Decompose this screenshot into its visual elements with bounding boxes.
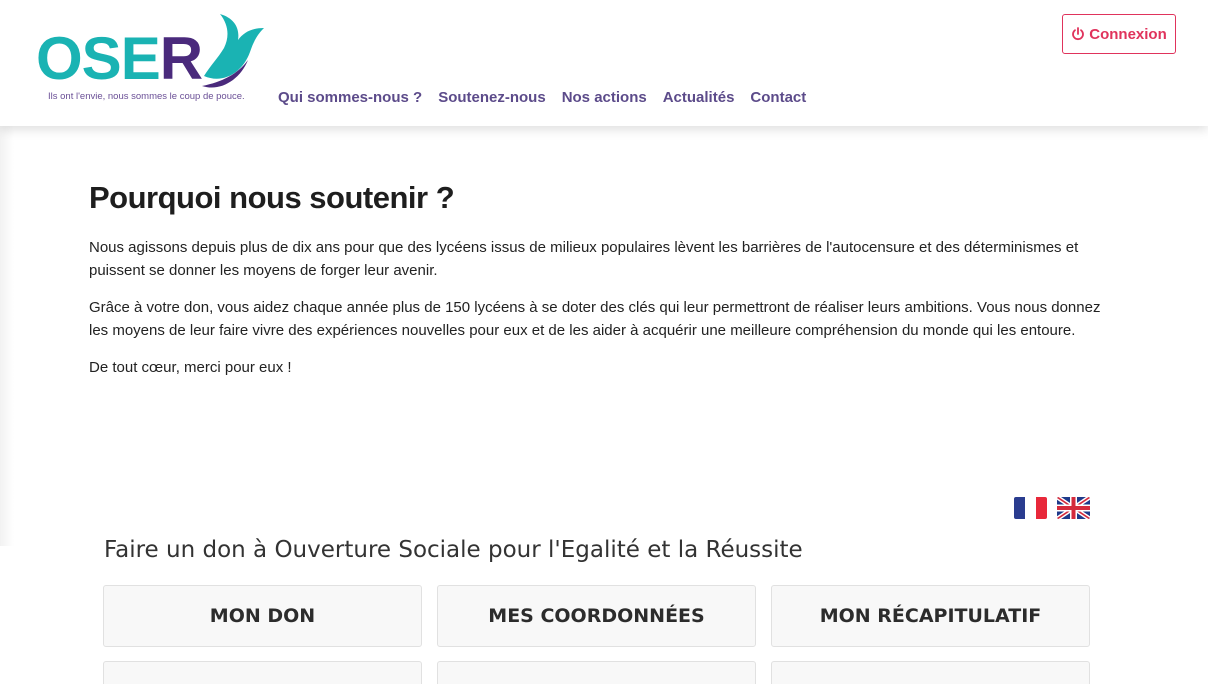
login-label: Connexion — [1089, 25, 1167, 43]
language-switcher — [1014, 497, 1090, 519]
oser-logo[interactable]: OSER Ils ont l'envie, nous sommes le cou… — [32, 14, 264, 104]
page-title: Pourquoi nous soutenir ? — [89, 180, 455, 215]
paragraph-thanks: De tout cœur, merci pour eux ! — [89, 359, 292, 376]
bird-logo-icon — [202, 14, 264, 88]
step-mes-coordonnees[interactable]: MES COORDONNÉES — [437, 585, 756, 647]
step-mon-recapitulatif[interactable]: MON RÉCAPITULATIF — [771, 585, 1090, 647]
logo-tagline: Ils ont l'envie, nous sommes le coup de … — [48, 91, 245, 102]
donation-steps: MON DON MES COORDONNÉES MON RÉCAPITULATI… — [103, 585, 1090, 647]
logo-wordmark: OSER — [36, 25, 203, 92]
left-shadow — [0, 126, 14, 546]
donation-title: Faire un don à Ouverture Sociale pour l'… — [104, 537, 803, 563]
donation-options-row — [103, 661, 1090, 684]
option-box[interactable] — [437, 661, 756, 684]
uk-flag-icon[interactable] — [1057, 497, 1090, 519]
paragraph-donation: Grâce à votre don, vous aidez chaque ann… — [89, 299, 1101, 339]
site-header: OSER Ils ont l'envie, nous sommes le cou… — [0, 0, 1208, 126]
login-button[interactable]: Connexion — [1062, 14, 1176, 54]
option-box[interactable] — [103, 661, 422, 684]
power-icon — [1072, 27, 1085, 41]
nav-item-about[interactable]: Qui sommes-nous ? — [278, 89, 422, 106]
nav-item-news[interactable]: Actualités — [663, 89, 735, 106]
option-box[interactable] — [771, 661, 1090, 684]
paragraph-intro: Nous agissons depuis plus de dix ans pou… — [89, 239, 1079, 279]
main-nav: Qui sommes-nous ? Soutenez-nous Nos acti… — [278, 89, 806, 106]
nav-item-actions[interactable]: Nos actions — [562, 89, 647, 106]
nav-item-contact[interactable]: Contact — [750, 89, 806, 106]
nav-item-support[interactable]: Soutenez-nous — [438, 89, 546, 106]
support-section: Pourquoi nous soutenir ? Nous agissons d… — [89, 180, 1119, 395]
step-mon-don[interactable]: MON DON — [103, 585, 422, 647]
french-flag-icon[interactable] — [1014, 497, 1047, 519]
